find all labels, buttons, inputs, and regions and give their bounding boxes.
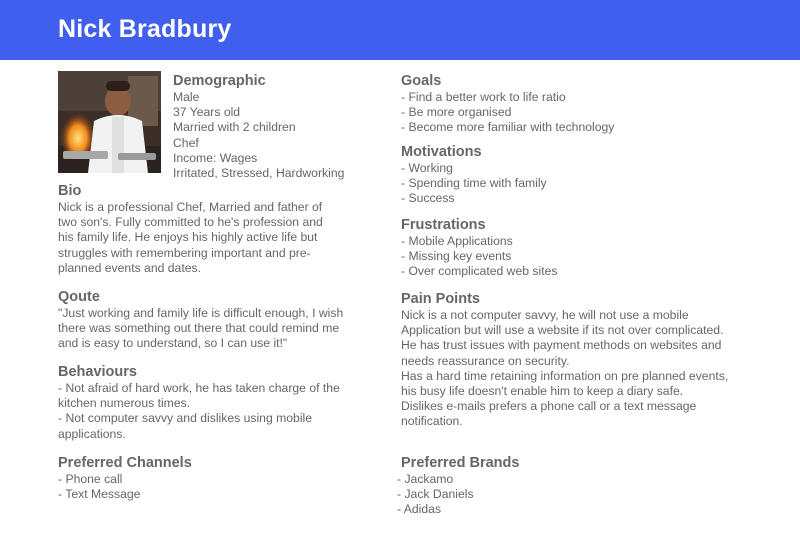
frustration-item: - Mobile Applications (401, 234, 513, 248)
demographic-age: 37 Years old (173, 105, 241, 120)
bio-heading: Bio (58, 183, 82, 199)
persona-photo (58, 71, 161, 173)
goal-item: - Be more organised (401, 105, 512, 120)
channels-list: - Phone call - Text Message (58, 472, 378, 502)
quote-line: "Just working and family life is difficu… (58, 306, 344, 320)
motivations-section: Motivations - Working - Spending time wi… (401, 143, 761, 207)
pain-point-line: He has trust issues with payment methods… (401, 338, 722, 353)
brands-section: Preferred Brands - Jackamo - Jack Daniel… (397, 454, 761, 518)
pain-point-line: Has a hard time retaining information on… (401, 368, 729, 383)
behaviour-line: - Not computer savvy and dislikes using … (58, 411, 313, 426)
demographic-heading: Demographic (173, 73, 266, 89)
quote-line: there was something out there that could… (58, 321, 340, 336)
motivation-item: - Success (401, 191, 455, 206)
behaviour-line: - Not afraid of hard work, he has taken … (58, 381, 340, 395)
demographic-family: Married with 2 children (173, 120, 296, 135)
channel-item: - Phone call (58, 472, 123, 486)
behaviour-line: kitchen numerous times. (58, 396, 191, 411)
brand-item: - Jack Daniels (397, 487, 474, 502)
goal-item: - Become more familiar with technology (401, 120, 615, 135)
pain-point-line: notification. (401, 414, 463, 429)
frustrations-section: Frustrations - Mobile Applications - Mis… (401, 216, 761, 280)
behaviours-section: Behaviours - Not afraid of hard work, he… (58, 363, 378, 442)
quote-text: "Just working and family life is difficu… (58, 306, 388, 352)
quote-section: Qoute "Just working and family life is d… (58, 288, 388, 352)
bio-line: planned events and dates. (58, 260, 201, 275)
behaviours-heading: Behaviours (58, 364, 137, 380)
behaviours-text: - Not afraid of hard work, he has taken … (58, 381, 378, 442)
bio-line: struggles with remembering important and… (58, 245, 311, 260)
demographic-lines: Male 37 Years old Married with 2 childre… (173, 90, 373, 181)
motivation-item: - Working (401, 161, 453, 175)
pain-points-section: Pain Points Nick is a not computer savvy… (401, 290, 781, 430)
demographic-income: Income: Wages (173, 150, 258, 165)
pain-point-line: his busy life doesn't enable him to keep… (401, 384, 684, 399)
channel-item: - Text Message (58, 487, 141, 502)
behaviour-line: applications. (58, 426, 126, 441)
demographic-traits: Irritated, Stressed, Hardworking (173, 166, 345, 181)
quote-line: and is easy to understand, so I can use … (58, 336, 288, 351)
pain-point-line: needs reassurance on security. (401, 353, 570, 368)
motivation-item: - Spending time with family (401, 176, 547, 191)
page-header: Nick Bradbury (0, 0, 800, 60)
frustration-item: - Over complicated web sites (401, 264, 558, 279)
bio-text: Nick is a professional Chef, Married and… (58, 200, 378, 276)
motivations-list: - Working - Spending time with family - … (401, 161, 761, 207)
frustrations-list: - Mobile Applications - Missing key even… (401, 234, 761, 280)
brand-item: - Jackamo (397, 472, 454, 486)
goals-heading: Goals (401, 73, 442, 89)
pain-point-line: Nick is a not computer savvy, he will no… (401, 308, 689, 322)
channels-section: Preferred Channels - Phone call - Text M… (58, 454, 378, 502)
pain-points-heading: Pain Points (401, 291, 480, 307)
pain-point-line: Dislikes e-mails prefers a phone call or… (401, 399, 697, 414)
motivations-heading: Motivations (401, 144, 482, 160)
bio-section: Bio Nick is a professional Chef, Married… (58, 182, 378, 276)
goal-item: - Find a better work to life ratio (401, 90, 566, 104)
brands-heading: Preferred Brands (401, 455, 520, 471)
pain-points-text: Nick is a not computer savvy, he will no… (401, 308, 781, 430)
goals-section: Goals - Find a better work to life ratio… (401, 72, 761, 136)
demographic-section: Demographic Male 37 Years old Married wi… (173, 72, 373, 181)
goals-list: - Find a better work to life ratio - Be … (401, 90, 761, 136)
bio-line: Nick is a professional Chef, Married and… (58, 200, 323, 214)
quote-heading: Qoute (58, 289, 100, 305)
pain-point-line: Application but will use a website if it… (401, 323, 724, 338)
bio-line: two son's. Fully committed to he's profe… (58, 215, 323, 230)
bio-line: his family life. He enjoys his highly ac… (58, 230, 318, 245)
chef-photo-image (58, 71, 161, 173)
persona-name: Nick Bradbury (58, 15, 232, 43)
demographic-occupation: Chef (173, 135, 199, 150)
demographic-gender: Male (173, 90, 200, 104)
brand-item: - Adidas (397, 502, 442, 517)
frustrations-heading: Frustrations (401, 217, 486, 233)
frustration-item: - Missing key events (401, 249, 512, 264)
brands-list: - Jackamo - Jack Daniels - Adidas (397, 472, 761, 518)
channels-heading: Preferred Channels (58, 455, 192, 471)
